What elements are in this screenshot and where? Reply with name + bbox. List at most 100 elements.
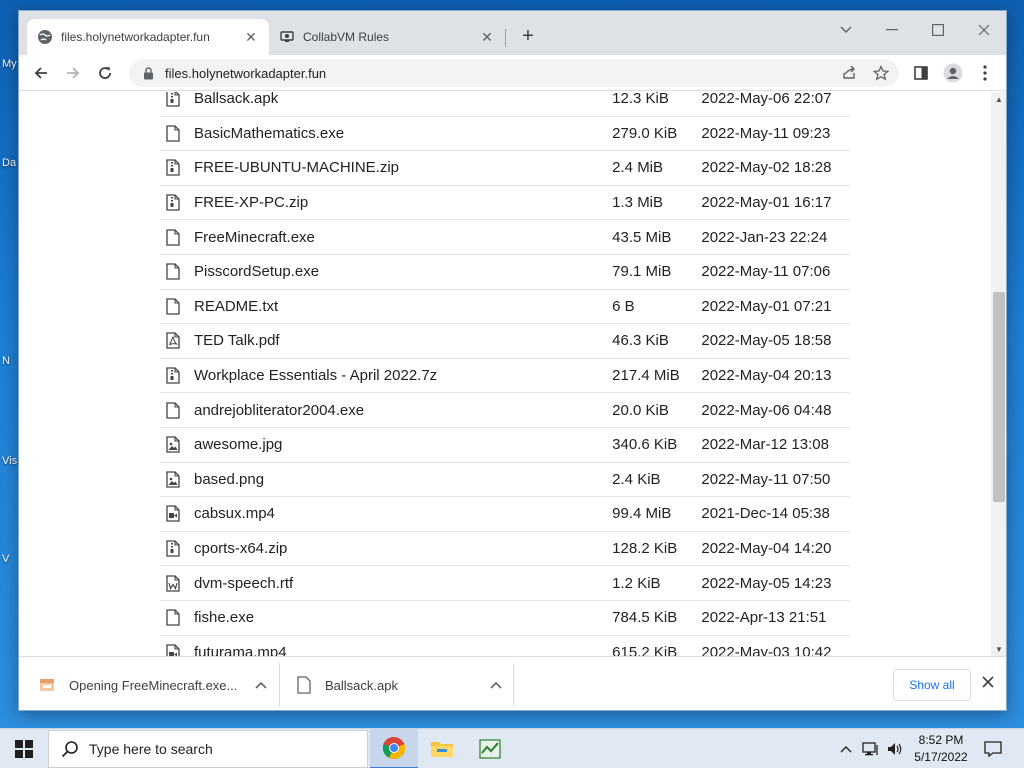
chevron-up-icon[interactable] bbox=[836, 729, 856, 768]
download-label: Opening FreeMinecraft.exe... bbox=[69, 677, 238, 693]
maximize-button[interactable] bbox=[915, 15, 961, 45]
tab-search-button[interactable] bbox=[823, 15, 869, 45]
forward-button[interactable] bbox=[59, 59, 87, 87]
back-button[interactable] bbox=[27, 59, 55, 87]
show-all-button[interactable]: Show all bbox=[893, 669, 971, 701]
file-date: 2022-May-02 18:28 bbox=[701, 159, 832, 177]
file-icon bbox=[297, 676, 311, 694]
desktop-icon-label[interactable]: N bbox=[2, 355, 10, 367]
archive-file-icon bbox=[166, 194, 180, 211]
file-row: TED Talk.pdf 46.3 KiB 2022-May-05 18:58 bbox=[160, 324, 850, 359]
new-tab-button[interactable]: + bbox=[517, 25, 539, 47]
file-name-link[interactable]: TED Talk.pdf bbox=[194, 332, 612, 349]
file-name-link[interactable]: FreeMinecraft.exe bbox=[194, 229, 612, 246]
file-date: 2021-Dec-14 05:38 bbox=[701, 505, 830, 523]
desktop-icon-label[interactable]: My bbox=[2, 58, 17, 70]
globe-icon bbox=[37, 29, 53, 45]
close-download-bar-icon[interactable] bbox=[977, 671, 999, 693]
page-content: Ballsack.apk 12.3 KiB 2022-May-06 22:07 Bas… bbox=[19, 92, 991, 656]
taskbar-file-explorer[interactable] bbox=[418, 729, 466, 768]
search-placeholder: Type here to search bbox=[89, 741, 213, 757]
taskbar-chrome[interactable] bbox=[370, 729, 418, 768]
file-size: 43.5 MiB bbox=[612, 228, 672, 246]
file-name-link[interactable]: FREE-XP-PC.zip bbox=[194, 194, 612, 211]
file-row: FREE-UBUNTU-MACHINE.zip 2.4 MiB 2022-May-0… bbox=[160, 151, 850, 186]
chevron-up-icon[interactable] bbox=[251, 675, 271, 695]
lock-icon[interactable] bbox=[141, 66, 155, 80]
vertical-scrollbar[interactable]: ▲ ▼ bbox=[991, 92, 1006, 656]
file-name-link[interactable]: futurama.mp4 bbox=[194, 644, 612, 656]
clock-time: 8:52 PM bbox=[918, 733, 964, 747]
taskbar-search-box[interactable]: Type here to search bbox=[48, 730, 368, 768]
desktop-icon-label[interactable]: V bbox=[2, 553, 9, 565]
tab-title: files.holynetworkadapter.fun bbox=[61, 30, 210, 44]
file-row: cports-x64.zip 128.2 KiB 2022-May-04 14:20 bbox=[160, 532, 850, 567]
file-date: 2022-May-04 14:20 bbox=[701, 540, 832, 558]
tab-files-holynetworkadapter[interactable]: files.holynetworkadapter.fun ✕ bbox=[27, 19, 269, 55]
side-panel-icon[interactable] bbox=[907, 59, 935, 87]
close-icon[interactable]: ✕ bbox=[243, 29, 259, 45]
scroll-up-arrow-icon[interactable]: ▲ bbox=[991, 92, 1006, 106]
file-date: 2022-May-04 20:13 bbox=[701, 367, 832, 385]
file-size: 1.2 KiB bbox=[612, 574, 661, 592]
address-bar[interactable]: files.holynetworkadapter.fun bbox=[129, 59, 899, 87]
download-label: Ballsack.apk bbox=[325, 677, 398, 693]
file-name-link[interactable]: andrejobliterator2004.exe bbox=[194, 402, 612, 419]
video-file-icon bbox=[166, 644, 180, 656]
download-item-freeminecraft[interactable]: Opening FreeMinecraft.exe... bbox=[39, 657, 279, 710]
file-name-link[interactable]: dvm-speech.rtf bbox=[194, 575, 612, 592]
share-icon[interactable] bbox=[835, 59, 863, 87]
download-item-ballsack[interactable]: Ballsack.apk bbox=[297, 657, 502, 710]
browser-window: files.holynetworkadapter.fun ✕ CollabVM … bbox=[18, 10, 1007, 711]
desktop-icon-label[interactable]: Vis bbox=[2, 455, 17, 467]
chevron-up-icon[interactable] bbox=[490, 675, 502, 695]
profile-avatar[interactable] bbox=[939, 59, 967, 87]
file-row: Workplace Essentials - April 2022.7z 217.… bbox=[160, 359, 850, 394]
file-icon bbox=[166, 229, 180, 246]
file-name-link[interactable]: PisscordSetup.exe bbox=[194, 263, 612, 280]
file-name-link[interactable]: BasicMathematics.exe bbox=[194, 125, 612, 142]
close-window-button[interactable] bbox=[961, 15, 1006, 45]
file-row: awesome.jpg 340.6 KiB 2022-Mar-12 13:08 bbox=[160, 428, 850, 463]
file-name-link[interactable]: fishe.exe bbox=[194, 609, 612, 626]
file-name-link[interactable]: cabsux.mp4 bbox=[194, 505, 612, 522]
file-size: 784.5 KiB bbox=[612, 609, 678, 627]
chrome-icon bbox=[382, 736, 406, 759]
desktop-icon-label[interactable]: Da bbox=[2, 157, 16, 169]
volume-icon[interactable] bbox=[884, 729, 906, 768]
scrollbar-thumb[interactable] bbox=[993, 292, 1005, 502]
file-name-link[interactable]: Ballsack.apk bbox=[194, 92, 612, 107]
installer-icon bbox=[39, 676, 55, 694]
archive-file-icon bbox=[166, 159, 180, 177]
network-icon[interactable] bbox=[860, 729, 882, 768]
image-file-icon bbox=[166, 436, 180, 453]
start-button[interactable] bbox=[0, 729, 48, 768]
file-size: 217.4 MiB bbox=[612, 367, 680, 385]
close-icon[interactable]: ✕ bbox=[479, 29, 495, 45]
file-name-link[interactable]: based.png bbox=[194, 471, 612, 488]
tab-strip: files.holynetworkadapter.fun ✕ CollabVM … bbox=[19, 11, 1006, 55]
file-size: 12.3 KiB bbox=[612, 92, 669, 108]
reload-button[interactable] bbox=[91, 59, 119, 87]
scroll-down-arrow-icon[interactable]: ▼ bbox=[991, 642, 1006, 656]
file-icon bbox=[166, 609, 180, 626]
notification-center-button[interactable] bbox=[978, 729, 1008, 768]
file-name-link[interactable]: README.txt bbox=[194, 298, 612, 315]
archive-file-icon bbox=[166, 540, 180, 557]
tab-collabvm-rules[interactable]: CollabVM Rules ✕ bbox=[269, 19, 505, 55]
file-name-link[interactable]: cports-x64.zip bbox=[194, 540, 612, 557]
file-size: 20.0 KiB bbox=[612, 401, 669, 419]
file-name-link[interactable]: FREE-UBUNTU-MACHINE.zip bbox=[194, 159, 612, 176]
minimize-button[interactable] bbox=[869, 15, 915, 45]
notification-icon bbox=[984, 741, 1002, 757]
file-size: 340.6 KiB bbox=[612, 436, 678, 454]
menu-dots-icon[interactable] bbox=[971, 59, 999, 87]
file-icon bbox=[166, 298, 180, 315]
file-size: 615.2 KiB bbox=[612, 643, 678, 656]
system-clock[interactable]: 8:52 PM 5/17/2022 bbox=[904, 732, 978, 766]
file-row: dvm-speech.rtf 1.2 KiB 2022-May-05 14:23 bbox=[160, 566, 850, 601]
file-name-link[interactable]: awesome.jpg bbox=[194, 436, 612, 453]
bookmark-star-icon[interactable] bbox=[867, 59, 895, 87]
taskbar-task-manager[interactable] bbox=[466, 729, 514, 768]
file-name-link[interactable]: Workplace Essentials - April 2022.7z bbox=[194, 367, 612, 384]
